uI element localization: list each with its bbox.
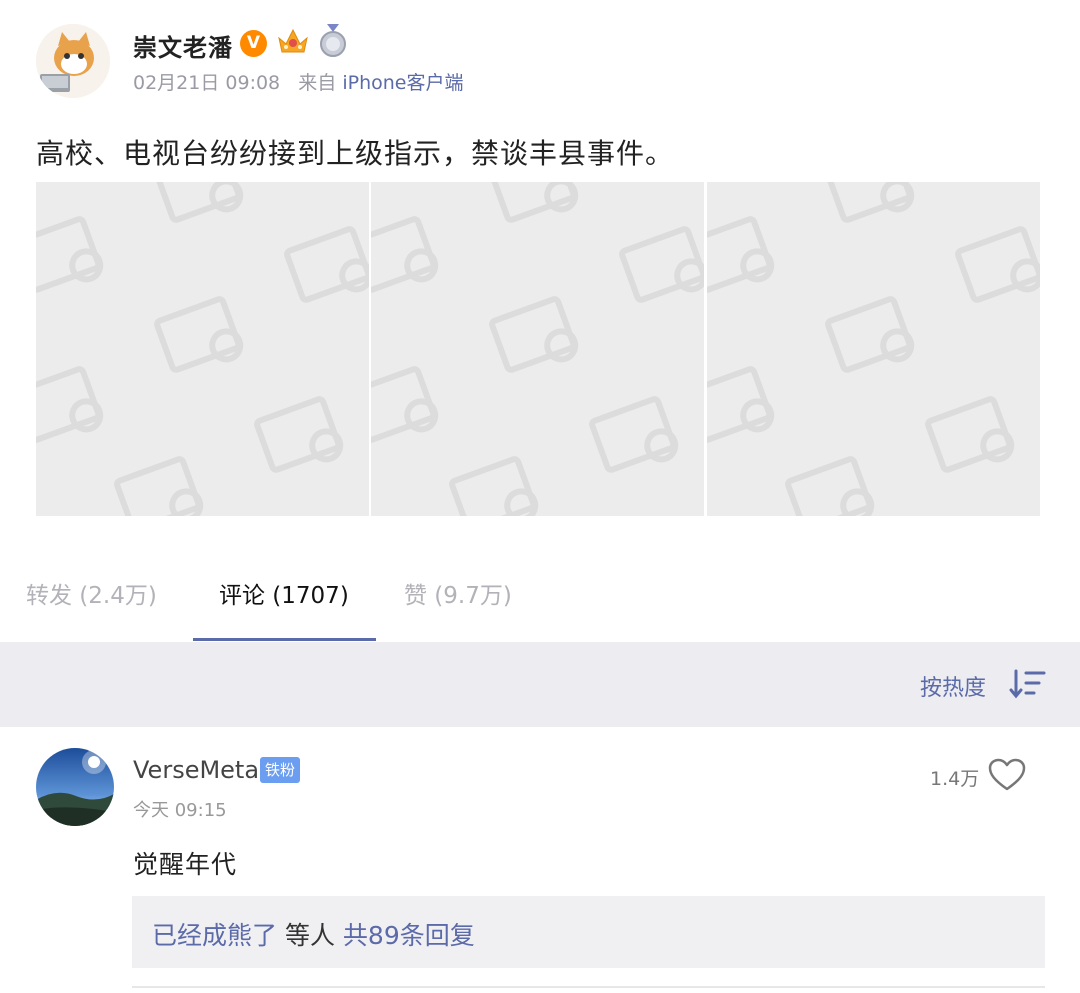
heart-icon[interactable] — [988, 758, 1026, 792]
comment-divider — [132, 986, 1045, 988]
sort-bar — [0, 642, 1080, 727]
sort-icon[interactable] — [1008, 668, 1048, 700]
post-source-prefix: 来自 — [298, 72, 337, 94]
post-date: 02月21日 09:08 — [133, 72, 281, 94]
sort-by-hot-button[interactable]: 按热度 — [920, 670, 986, 702]
commenter-avatar[interactable] — [36, 748, 114, 826]
medal-badge-icon — [318, 24, 348, 58]
post-image-2[interactable] — [371, 182, 704, 516]
post-text: 高校、电视台纷纷接到上级指示，禁谈丰县事件。 — [36, 137, 675, 170]
comment-time: 今天 09:15 — [133, 800, 227, 821]
post-meta: 02月21日 09:08 来自 iPhone客户端 — [133, 68, 464, 95]
tab-reposts[interactable]: 转发 (2.4万) — [26, 576, 157, 610]
reply-count-link[interactable]: 共89条回复 — [343, 921, 475, 950]
comment-like-count: 1.4万 — [930, 768, 980, 790]
image-placeholder-icon — [707, 182, 1040, 516]
crown-badge-icon — [276, 24, 310, 58]
replies-summary[interactable]: 已经成熊了 等人 共89条回复 — [152, 916, 475, 952]
commenter-name[interactable]: VerseMeta — [133, 756, 259, 784]
author-name[interactable]: 崇文老潘 — [133, 28, 233, 63]
post-source-device[interactable]: iPhone客户端 — [342, 72, 463, 94]
post-image-1[interactable] — [36, 182, 369, 516]
image-placeholder-icon — [371, 182, 704, 516]
post-image-3[interactable] — [707, 182, 1040, 516]
tab-likes[interactable]: 赞 (9.7万) — [404, 576, 512, 610]
comment-text: 觉醒年代 — [133, 850, 238, 879]
author-avatar[interactable] — [36, 24, 110, 98]
active-tab-indicator — [193, 638, 376, 641]
image-placeholder-icon — [36, 182, 369, 516]
reply-connector: 等人 — [277, 921, 343, 950]
reply-username[interactable]: 已经成熊了 — [152, 921, 277, 950]
verified-icon: V — [240, 30, 267, 57]
tab-comments[interactable]: 评论 (1707) — [219, 576, 349, 610]
fan-badge: 铁粉 — [260, 757, 301, 783]
